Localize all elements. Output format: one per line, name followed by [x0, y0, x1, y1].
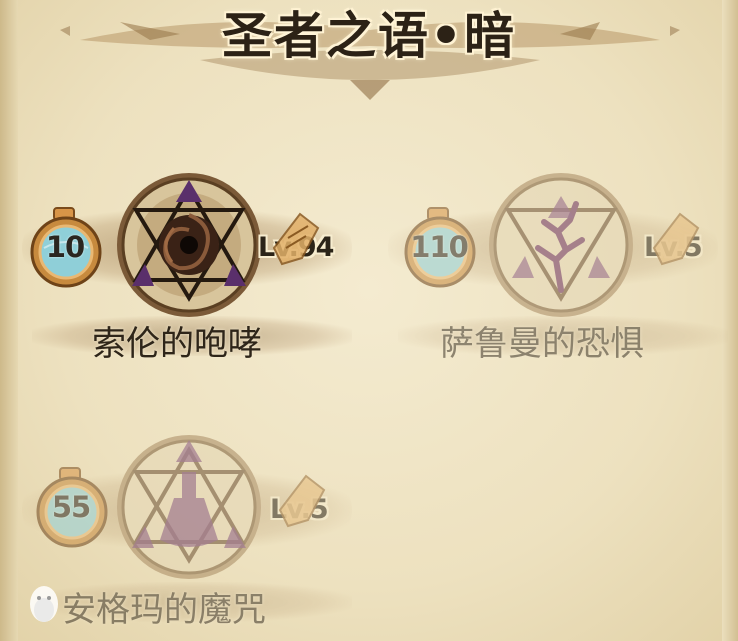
- skill-card-saruman-fear[interactable]: 110 Lv.5 萨鲁曼的恐惧: [388, 170, 728, 370]
- skill-card-sauron-roar[interactable]: 10 Lv.94 索伦的咆哮: [22, 170, 362, 370]
- mana-cost-flask: 110: [400, 206, 484, 290]
- skill-name: 萨鲁曼的恐惧: [440, 324, 644, 364]
- scroll-icon: [652, 212, 700, 266]
- page-title: 圣者之语•暗: [222, 7, 516, 65]
- mana-cost-flask: 10: [26, 206, 110, 290]
- mana-cost-value: 55: [51, 490, 91, 524]
- skill-name: 索伦的咆哮: [92, 324, 262, 364]
- parchment-left-edge: [0, 0, 18, 641]
- skill-panel: 圣者之语•暗 10 Lv.94: [0, 0, 738, 641]
- mana-cost-flask: 55: [32, 466, 116, 550]
- skill-name: 安格玛的魔咒: [62, 590, 266, 630]
- penguin-watermark-icon: [30, 586, 58, 622]
- mana-cost-value: 110: [410, 230, 469, 264]
- lightning-tree-triangle-icon[interactable]: [486, 170, 636, 320]
- mana-cost-value: 10: [45, 230, 85, 264]
- potion-flask-triangle-icon[interactable]: [114, 432, 264, 582]
- scroll-icon: [278, 474, 326, 528]
- skill-card-angmar-curse[interactable]: 55 Lv.5 安格玛的魔咒: [22, 432, 362, 632]
- dark-vortex-triangle-icon[interactable]: [114, 170, 264, 320]
- scroll-icon: [272, 212, 320, 266]
